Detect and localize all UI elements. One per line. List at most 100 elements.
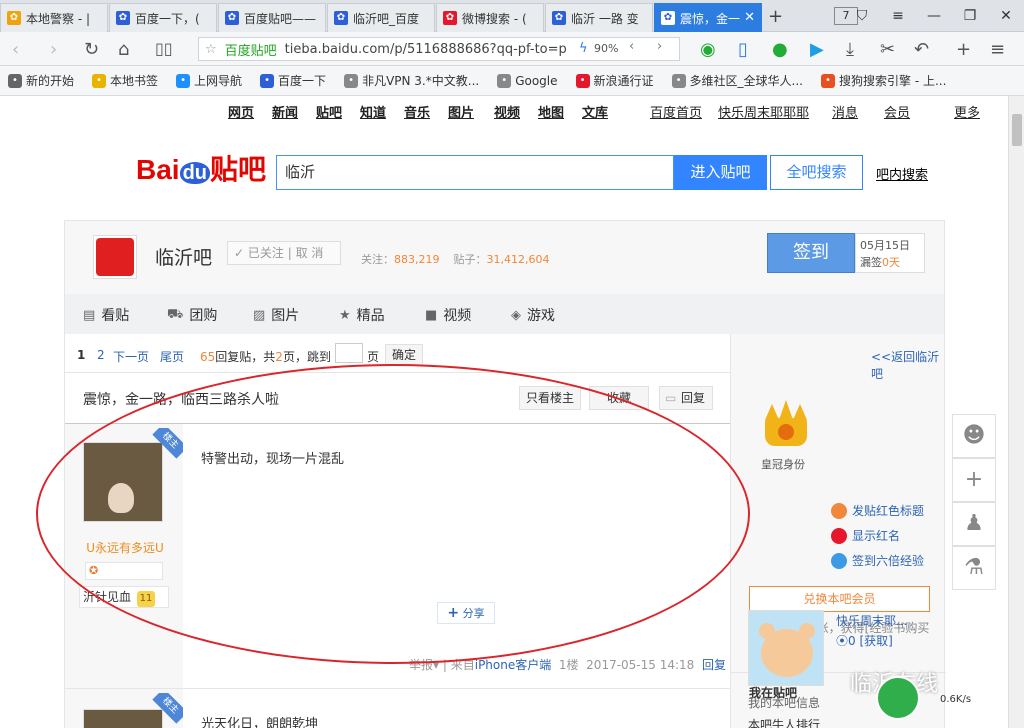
next-page-link[interactable]: 下一页 xyxy=(113,348,149,365)
reply-button[interactable]: ▭ 回复 xyxy=(659,386,713,410)
my-avatar[interactable] xyxy=(748,610,824,686)
forum-nav-5[interactable]: ◈ 游戏 xyxy=(511,305,555,325)
bookmark-item[interactable]: • 上网导航 xyxy=(176,72,242,89)
post-reply-link[interactable]: 回复 xyxy=(702,658,726,672)
top-nav-link[interactable]: 地图 xyxy=(538,102,564,121)
forum-nav-3[interactable]: ★ 精品 xyxy=(339,305,385,325)
emoji-face-icon[interactable]: ☻ xyxy=(952,414,996,458)
top-nav-link[interactable]: 文库 xyxy=(582,102,608,121)
gamepad-icon[interactable]: ◉ xyxy=(700,39,716,60)
member-exchange-button[interactable]: 兑换本吧会员 xyxy=(749,586,930,612)
bookmark-item[interactable]: • 百度一下 xyxy=(260,72,326,89)
user-nav-link[interactable]: 百度首页 xyxy=(650,102,702,121)
perk-item[interactable]: 发贴红色标题 xyxy=(831,502,924,519)
in-bar-search-link[interactable]: 吧内搜索 xyxy=(876,164,928,183)
top-nav-link[interactable]: 贴吧 xyxy=(316,102,342,121)
search-input[interactable]: 临沂 xyxy=(276,155,674,190)
close-window-icon[interactable]: ✕ xyxy=(988,8,1024,24)
perk-item[interactable]: 显示红名 xyxy=(831,527,900,544)
reader-icon[interactable]: ▯▯ xyxy=(155,39,173,58)
forum-nav-4[interactable]: ■ 视频 xyxy=(425,305,471,325)
my-name[interactable]: 快乐周末耶... xyxy=(836,612,907,629)
url-text[interactable]: tieba.baidu.com/p/5116888686?qq-pf-to=p xyxy=(285,42,567,57)
chevron-left-icon[interactable]: ‹ xyxy=(629,39,634,54)
get-coins-link[interactable]: [获取] xyxy=(859,634,892,648)
reload-icon[interactable]: ↻ xyxy=(84,39,99,60)
bookmark-item[interactable]: • 多维社区_全球华人... xyxy=(671,72,803,89)
bookmark-item[interactable]: • 新浪通行证 xyxy=(575,72,654,89)
tab-0[interactable]: ✿ 本地警察 - | xyxy=(0,3,108,32)
baidu-tieba-logo[interactable]: Bai du 贴吧 xyxy=(136,148,266,188)
video-icon[interactable]: ▶ xyxy=(810,39,824,60)
bookmark-item[interactable]: • Google xyxy=(497,73,558,88)
tab-5[interactable]: ✿ 临沂 一路 变 xyxy=(545,3,653,32)
all-bar-search-button[interactable]: 全吧搜索 xyxy=(770,155,863,190)
unfollow-label[interactable]: 取 消 xyxy=(296,246,324,260)
follow-status[interactable]: ✓ 已关注 | 取 消 xyxy=(227,241,341,265)
plus-tool-icon[interactable]: + xyxy=(952,458,996,502)
tab-2[interactable]: ✿ 百度贴吧—— xyxy=(218,3,326,32)
url-bar[interactable]: ☆ 百度贴吧 tieba.baidu.com/p/5116888686?qq-p… xyxy=(198,37,680,61)
forward-icon[interactable]: › xyxy=(50,39,57,60)
back-to-forum-link[interactable]: <<返回临沂吧 xyxy=(871,348,944,382)
top-nav-link[interactable]: 网页 xyxy=(228,102,254,121)
perk-item[interactable]: 签到六倍经验 xyxy=(831,552,924,569)
minimize-icon[interactable]: — xyxy=(916,8,952,24)
report-link[interactable]: 举报 xyxy=(409,658,433,672)
close-tab-icon[interactable]: ✕ xyxy=(744,10,755,25)
forum-nav-2[interactable]: ▨ 图片 xyxy=(253,305,299,325)
phone-icon[interactable]: ▯ xyxy=(738,39,748,60)
tab-3[interactable]: ✿ 临沂吧_百度 xyxy=(327,3,435,32)
wechat-icon[interactable]: ● xyxy=(772,39,788,60)
bookmark-item[interactable]: • 非凡VPN 3.*中文教... xyxy=(344,72,479,89)
share-button[interactable]: + 分享 xyxy=(437,602,495,624)
forum-nav-0[interactable]: ▤ 看贴 xyxy=(83,305,129,325)
tab-4[interactable]: ✿ 微博搜索 - ( xyxy=(436,3,544,32)
top-nav-link[interactable]: 音乐 xyxy=(404,102,430,121)
shirt-icon[interactable]: ⛉ xyxy=(844,8,880,24)
undo-icon[interactable]: ↶ xyxy=(914,39,929,60)
collect-button[interactable]: 收藏 xyxy=(589,386,649,410)
back-icon[interactable]: ‹ xyxy=(12,39,19,60)
user-tool-icon[interactable]: ♟ xyxy=(952,502,996,546)
zoom-level[interactable]: 90% xyxy=(594,42,618,55)
tab-6[interactable]: ✿ 震惊，金一 ✕ xyxy=(654,3,762,32)
page-2-link[interactable]: 2 xyxy=(97,348,105,362)
level-badge[interactable]: 沂针见血 11 xyxy=(79,586,169,608)
forum-avatar[interactable] xyxy=(93,235,137,279)
download-icon[interactable]: ⤓ xyxy=(846,39,854,60)
username[interactable]: U永远有多远U xyxy=(83,539,167,556)
flask-icon[interactable]: ⚗ xyxy=(952,546,996,590)
bookmark-item[interactable]: • 新的开始 xyxy=(8,72,74,89)
new-tab-button[interactable]: + xyxy=(768,6,783,27)
user-nav-link[interactable]: 会员 xyxy=(884,102,910,121)
page-scrollbar[interactable] xyxy=(1008,96,1024,728)
bookmark-item[interactable]: • 搜狗搜索引擎 - 上... xyxy=(821,72,946,89)
top-nav-link[interactable]: 视频 xyxy=(494,102,520,121)
forum-nav-1[interactable]: ⛟ 团购 xyxy=(167,305,217,325)
my-bar-info[interactable]: 我的本吧信息 xyxy=(748,694,820,711)
user-nav-link[interactable]: 快乐周末耶耶耶 xyxy=(718,102,809,121)
restore-icon[interactable]: ❐ xyxy=(952,8,988,24)
top-nav-link[interactable]: 新闻 xyxy=(272,102,298,121)
scissors-icon[interactable]: ✂ xyxy=(880,39,895,60)
last-page-link[interactable]: 尾页 xyxy=(160,348,184,365)
main-menu-icon[interactable]: ≡ xyxy=(990,39,1005,60)
page-jump-confirm[interactable]: 确定 xyxy=(385,344,423,366)
menu-icon[interactable]: ≡ xyxy=(880,8,916,24)
only-op-button[interactable]: 只看楼主 xyxy=(519,386,581,410)
bookmark-item[interactable]: • 本地书签 xyxy=(92,72,158,89)
chevron-right-icon[interactable]: › xyxy=(657,39,662,54)
top-nav-link[interactable]: 图片 xyxy=(448,102,474,121)
add-icon[interactable]: + xyxy=(956,39,971,60)
page-jump-input[interactable] xyxy=(335,343,363,363)
star-icon[interactable]: ☆ xyxy=(205,42,217,57)
top-nav-link[interactable]: 知道 xyxy=(360,102,386,121)
forum-name[interactable]: 临沂吧 xyxy=(155,243,212,270)
scroll-thumb[interactable] xyxy=(1012,114,1022,146)
source-client-link[interactable]: iPhone客户端 xyxy=(475,658,552,672)
tab-1[interactable]: ✿ 百度一下，( xyxy=(109,3,217,32)
speed-ball-icon[interactable] xyxy=(876,676,920,720)
user-nav-link[interactable]: 消息 xyxy=(832,102,858,121)
sign-in-button[interactable]: 签到 xyxy=(767,233,855,273)
